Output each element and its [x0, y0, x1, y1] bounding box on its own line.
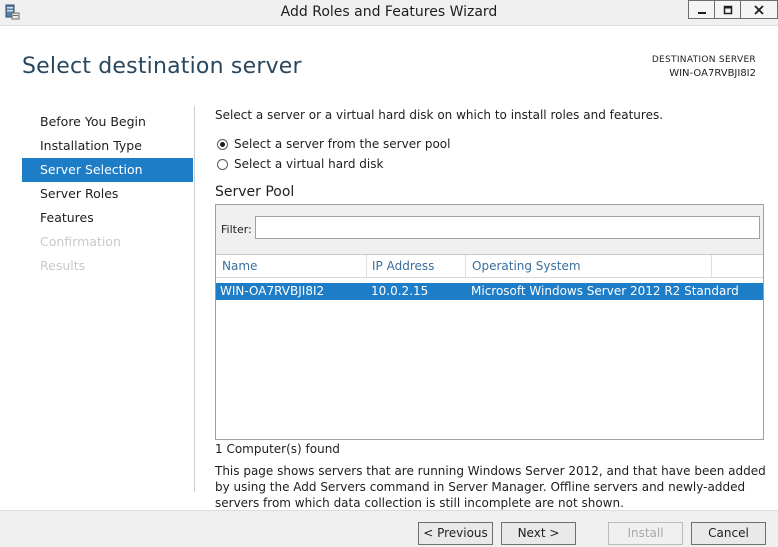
close-icon	[754, 4, 764, 15]
destination-server-label: DESTINATION SERVER	[651, 55, 756, 65]
minimize-icon	[697, 11, 706, 14]
destination-server-name: WIN-OA7RVBJI8I2	[669, 68, 756, 79]
server-pool-note: This page shows servers that are running…	[215, 464, 766, 510]
footer-divider	[0, 510, 778, 511]
nav-divider	[194, 106, 195, 492]
column-divider[interactable]	[465, 255, 466, 277]
window-title: Add Roles and Features Wizard	[280, 4, 498, 20]
ip-address-cell: 10.0.2.15	[371, 284, 429, 298]
column-header-ip[interactable]: IP Address	[372, 255, 434, 277]
virtual-disk-option[interactable]: Select a virtual hard disk	[217, 157, 383, 171]
column-divider[interactable]	[366, 255, 367, 277]
next-button[interactable]: Next >	[501, 522, 576, 545]
cancel-button[interactable]: Cancel	[691, 522, 766, 545]
nav-item-server-roles[interactable]: Server Roles	[22, 182, 193, 206]
virtual-disk-radio[interactable]	[217, 158, 228, 170]
server-pool-radio[interactable]	[217, 138, 228, 150]
table-row[interactable]: WIN-OA7RVBJI8I2 10.0.2.15 Microsoft Wind…	[216, 283, 763, 300]
server-pool-option-label: Select a server from the server pool	[234, 137, 451, 151]
filter-input[interactable]	[255, 216, 760, 239]
nav-item-before-you-begin[interactable]: Before You Begin	[22, 110, 193, 134]
server-pool-heading: Server Pool	[215, 184, 295, 200]
maximize-button[interactable]	[714, 0, 741, 19]
minimize-button[interactable]	[688, 0, 715, 19]
close-button[interactable]	[740, 0, 778, 19]
instruction-text: Select a server or a virtual hard disk o…	[215, 108, 664, 122]
server-pool-grid: Filter: Name IP Address Operating System…	[215, 204, 764, 440]
virtual-disk-option-label: Select a virtual hard disk	[234, 157, 384, 171]
column-divider[interactable]	[711, 255, 712, 277]
computers-found-count: 1 Computer(s) found	[215, 442, 340, 456]
operating-system-cell: Microsoft Windows Server 2012 R2 Standar…	[471, 284, 739, 298]
column-header-name[interactable]: Name	[222, 255, 257, 277]
filter-bar: Filter:	[216, 205, 763, 255]
filter-label: Filter:	[221, 223, 252, 236]
wizard-body: Select destination server DESTINATION SE…	[0, 26, 778, 510]
page-title: Select destination server	[22, 54, 302, 79]
wizard-steps-nav: Before You Begin Installation Type Serve…	[22, 110, 193, 278]
nav-item-server-selection[interactable]: Server Selection	[22, 158, 193, 182]
title-bar: Add Roles and Features Wizard	[0, 0, 778, 26]
column-header-os[interactable]: Operating System	[472, 255, 581, 277]
server-pool-option[interactable]: Select a server from the server pool	[217, 137, 451, 151]
previous-button[interactable]: < Previous	[418, 522, 493, 545]
server-name-cell: WIN-OA7RVBJI8I2	[220, 284, 325, 298]
nav-item-installation-type[interactable]: Installation Type	[22, 134, 193, 158]
nav-item-features[interactable]: Features	[22, 206, 193, 230]
grid-header: Name IP Address Operating System	[216, 255, 763, 278]
nav-item-confirmation: Confirmation	[40, 234, 121, 249]
install-button: Install	[608, 522, 683, 545]
maximize-icon	[723, 5, 732, 14]
nav-item-results: Results	[40, 258, 86, 273]
